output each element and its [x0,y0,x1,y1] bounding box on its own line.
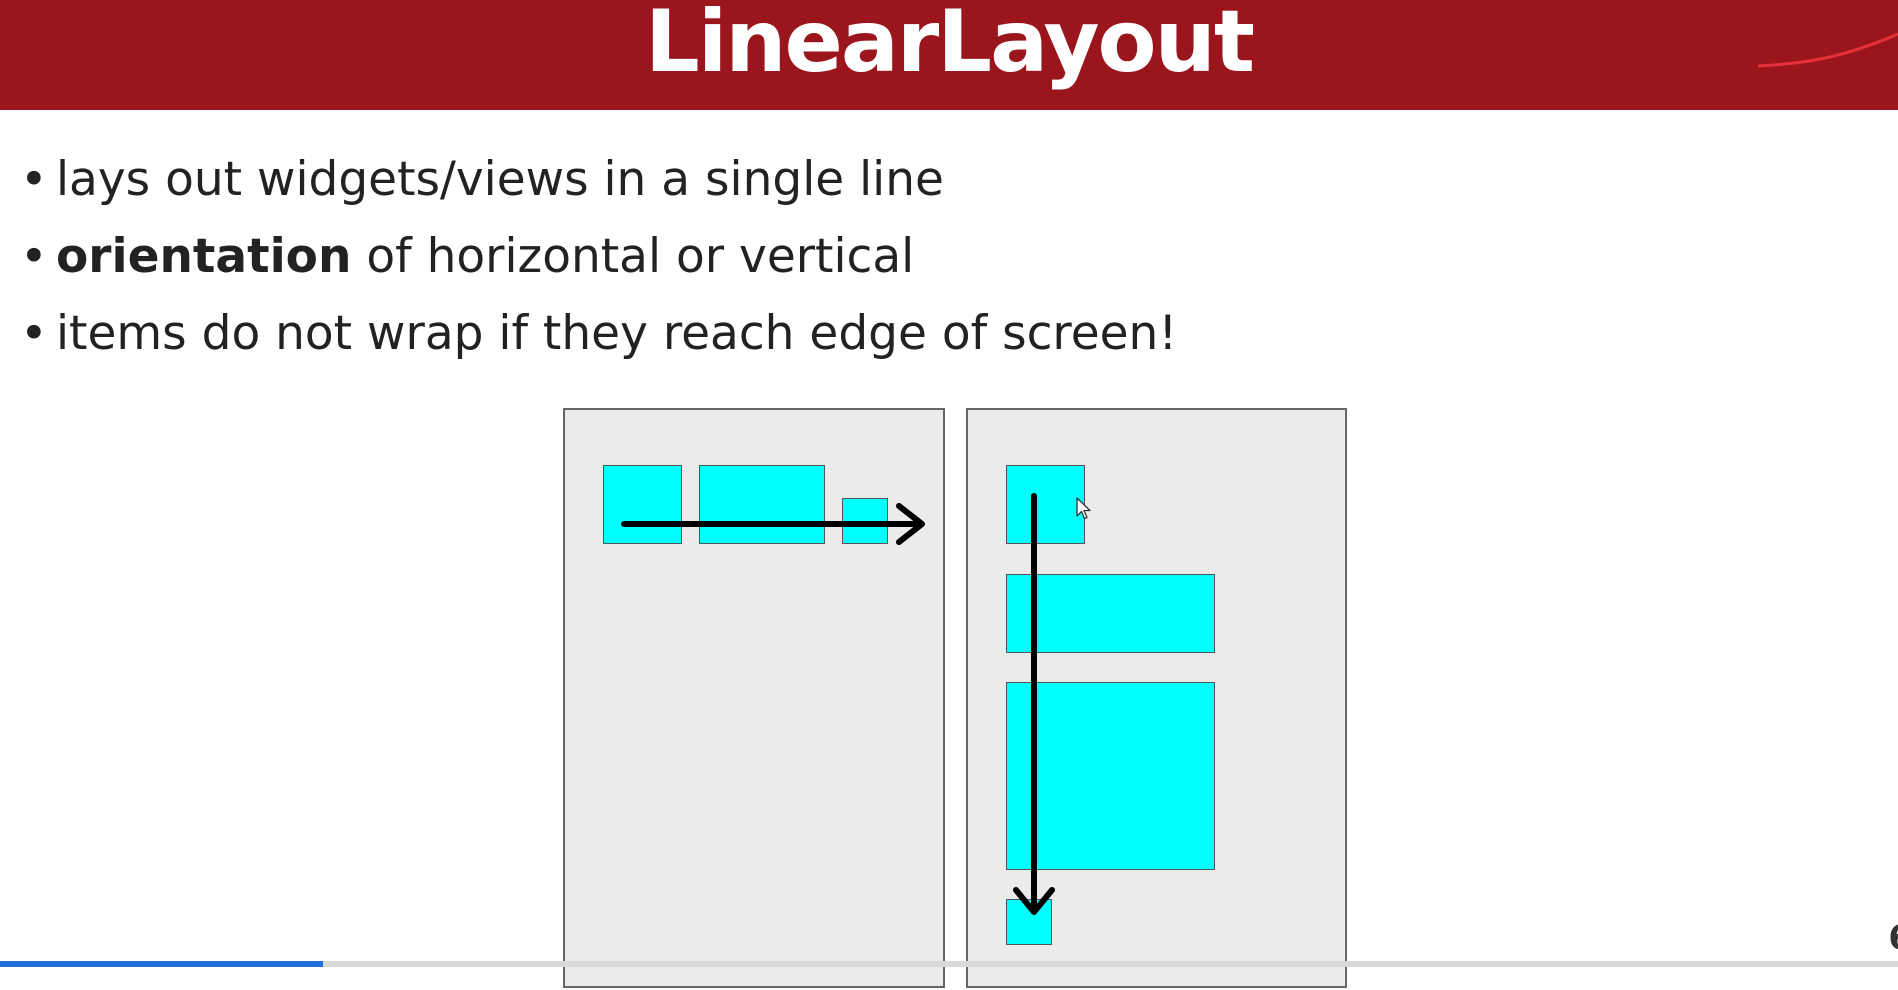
bullet-item: lays out widgets/views in a single line [20,150,1177,227]
bullet-text: of horizontal or vertical [351,229,915,284]
bullet-bold-text: orientation [56,229,352,284]
bullet-item: items do not wrap if they reach edge of … [20,304,1177,381]
slide-title: LinearLayout [645,0,1255,92]
title-bar: LinearLayout [0,0,1898,110]
horizontal-arrow [621,503,925,545]
video-progress-bar[interactable] [0,961,1898,967]
bullet-text: lays out widgets/views in a single line [56,152,944,207]
vertical-arrow [1013,493,1055,915]
bullet-list: lays out widgets/views in a single line … [20,150,1177,381]
video-progress-fill [0,961,323,967]
slide-number: 6 [1888,918,1898,958]
mouse-pointer-icon [1076,497,1091,520]
bullet-text: items do not wrap if they reach edge of … [56,306,1178,361]
horizontal-layout-panel [563,408,945,988]
header-decoration [1758,32,1898,68]
bullet-item: orientation of horizontal or vertical [20,227,1177,304]
vertical-layout-panel [966,408,1347,988]
